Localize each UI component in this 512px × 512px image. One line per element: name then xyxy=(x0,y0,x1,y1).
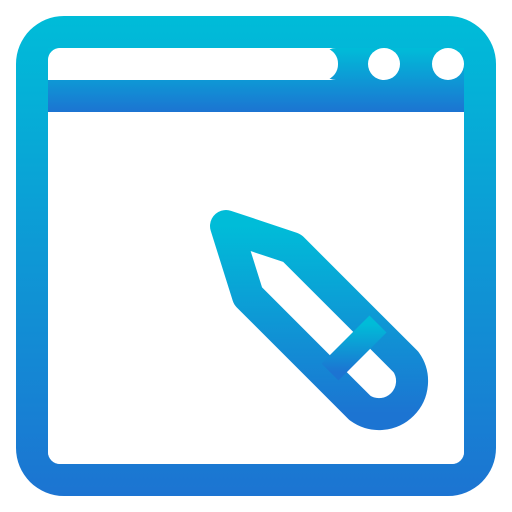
address-bar xyxy=(48,48,336,80)
window-dot-2 xyxy=(432,48,464,80)
content-area-bottom xyxy=(48,448,464,464)
icon-svg xyxy=(16,16,496,496)
browser-window-edit-icon xyxy=(0,0,512,512)
window-dot-1 xyxy=(368,48,400,80)
